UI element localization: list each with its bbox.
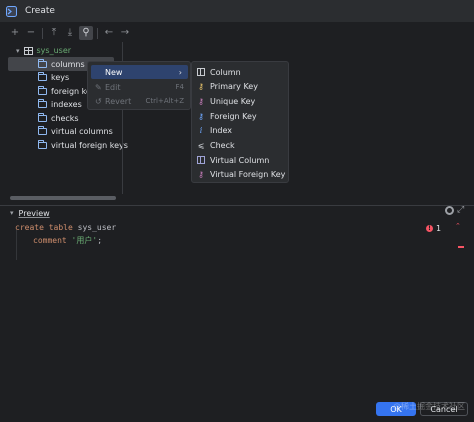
minus-icon[interactable]: − <box>24 26 38 40</box>
code-keyword: comment <box>33 236 67 245</box>
submenu-item-label: Check <box>210 140 235 150</box>
arrow-left-icon[interactable]: ← <box>102 26 116 40</box>
ok-button[interactable]: OK <box>376 402 416 416</box>
cancel-button[interactable]: Cancel <box>420 402 468 416</box>
submenu-item-label: Primary Key <box>210 81 258 91</box>
tree-item-label: columns <box>51 60 85 69</box>
toolbar-separator <box>42 27 43 39</box>
plus-icon[interactable]: + <box>8 26 22 40</box>
chevron-right-icon: › <box>178 67 182 77</box>
submenu-item-unique-key[interactable]: ⚷ Unique Key <box>196 94 255 108</box>
menu-item-label: Edit <box>105 82 121 92</box>
tree-item-indexes[interactable]: indexes <box>38 98 82 111</box>
toolbar-separator <box>97 27 98 39</box>
index-icon: i <box>199 125 203 135</box>
submenu-item-label: Index <box>210 125 233 135</box>
submenu-item-label: Column <box>210 67 241 77</box>
submenu-item-label: Foreign Key <box>210 111 257 121</box>
code-line-1: create table sys_user <box>15 223 116 232</box>
error-count: 1 <box>436 224 442 233</box>
code-semicolon: ; <box>97 236 103 245</box>
submenu-item-label: Virtual Foreign Key <box>210 169 286 179</box>
expand-icon[interactable]: ⤢ <box>457 206 466 215</box>
key-filter-icon[interactable]: ⚲ <box>79 26 93 40</box>
code-line-2: comment '用户'; <box>33 235 102 246</box>
submenu-item-virtual-column[interactable]: Virtual Column <box>196 153 269 167</box>
tree-toolbar: + − ⤒ ⤓ ⚲ ← → <box>8 26 132 40</box>
virtual-column-icon <box>197 156 205 164</box>
window-title: Create <box>25 6 55 16</box>
tree-item-label: virtual columns <box>51 127 113 136</box>
tree-root-label: sys_user <box>36 46 72 55</box>
folder-icon <box>38 126 47 135</box>
chevron-down-icon[interactable]: ▾ <box>16 47 20 55</box>
indent-guide <box>16 230 17 260</box>
check-icon: ⩽ <box>197 140 205 150</box>
app-icon <box>6 5 17 17</box>
code-string: '用户' <box>71 236 98 245</box>
sql-preview-editor[interactable]: create table sys_user comment '用户'; <box>8 220 470 395</box>
submenu-item-primary-key[interactable]: ⚷ Primary Key <box>196 79 258 93</box>
section-divider <box>0 205 474 206</box>
folder-icon <box>38 99 47 108</box>
horizontal-scrollbar[interactable] <box>10 196 116 200</box>
primary-key-icon: ⚷ <box>198 81 204 91</box>
tree-item-virtual-columns[interactable]: virtual columns <box>38 125 113 138</box>
table-icon <box>23 46 33 55</box>
inspection-widget[interactable]: ! 1 <box>426 224 441 233</box>
revert-icon: ↺ <box>95 96 102 106</box>
folder-icon <box>38 72 47 81</box>
preview-header[interactable]: ▾ Preview <box>10 207 50 219</box>
submenu-item-foreign-key[interactable]: ⚷ Foreign Key <box>196 109 257 123</box>
tree-item-virtual-foreign-keys[interactable]: virtual foreign keys <box>38 139 128 152</box>
foreign-key-icon: ⚷ <box>198 111 204 121</box>
submenu-item-label: Unique Key <box>210 96 256 106</box>
submenu-item-index[interactable]: i Index <box>196 123 232 137</box>
code-identifier: sys_user <box>77 223 117 232</box>
tree-root-sys-user[interactable]: ▾ sys_user <box>16 44 71 57</box>
tree-item-checks[interactable]: checks <box>38 112 79 125</box>
tree-item-label: virtual foreign keys <box>51 141 128 150</box>
error-stripe-marker[interactable] <box>458 246 464 248</box>
tree-item-keys[interactable]: keys <box>38 71 69 84</box>
virtual-foreign-key-icon: ⚷ <box>198 169 204 179</box>
tree-item-columns[interactable]: columns <box>38 58 85 71</box>
move-down-icon[interactable]: ⤓ <box>63 26 77 40</box>
menu-shortcut: Ctrl+Alt+Z <box>145 97 184 105</box>
gear-icon[interactable] <box>445 206 454 215</box>
submenu-item-column[interactable]: Column <box>196 65 241 79</box>
menu-item-new[interactable]: New › <box>91 65 188 79</box>
title-bar: Create <box>0 0 474 22</box>
code-keyword: table <box>48 223 73 232</box>
code-keyword: create <box>15 223 44 232</box>
tree-item-label: keys <box>51 73 70 82</box>
edit-icon: ✎ <box>95 82 102 92</box>
folder-icon <box>38 59 47 68</box>
arrow-right-icon[interactable]: → <box>118 26 132 40</box>
submenu-item-check[interactable]: ⩽ Check <box>196 138 235 152</box>
tree-item-label: checks <box>51 114 79 123</box>
folder-icon <box>38 86 47 95</box>
chevron-down-icon[interactable]: ▾ <box>10 209 14 217</box>
submenu-item-virtual-foreign-key[interactable]: ⚷ Virtual Foreign Key <box>196 167 285 181</box>
folder-icon <box>38 140 47 149</box>
context-menu: New › ✎ Edit F4 ↺ Revert Ctrl+Alt+Z <box>87 61 191 110</box>
column-icon <box>197 68 205 76</box>
move-up-icon[interactable]: ⤒ <box>47 26 61 40</box>
menu-item-label: New <box>105 67 123 77</box>
folder-icon <box>38 113 47 122</box>
preview-title: Preview <box>18 208 50 218</box>
menu-shortcut: F4 <box>175 83 184 91</box>
chevron-up-icon[interactable]: ⌃ <box>455 223 461 230</box>
submenu-new: Column ⚷ Primary Key ⚷ Unique Key ⚷ Fore… <box>191 61 289 183</box>
menu-item-revert[interactable]: ↺ Revert Ctrl+Alt+Z <box>91 94 188 108</box>
submenu-item-label: Virtual Column <box>210 155 270 165</box>
error-icon: ! <box>426 225 433 232</box>
menu-item-label: Revert <box>105 96 132 106</box>
tree-item-label: indexes <box>51 100 82 109</box>
menu-item-edit[interactable]: ✎ Edit F4 <box>91 80 188 94</box>
unique-key-icon: ⚷ <box>198 96 204 106</box>
